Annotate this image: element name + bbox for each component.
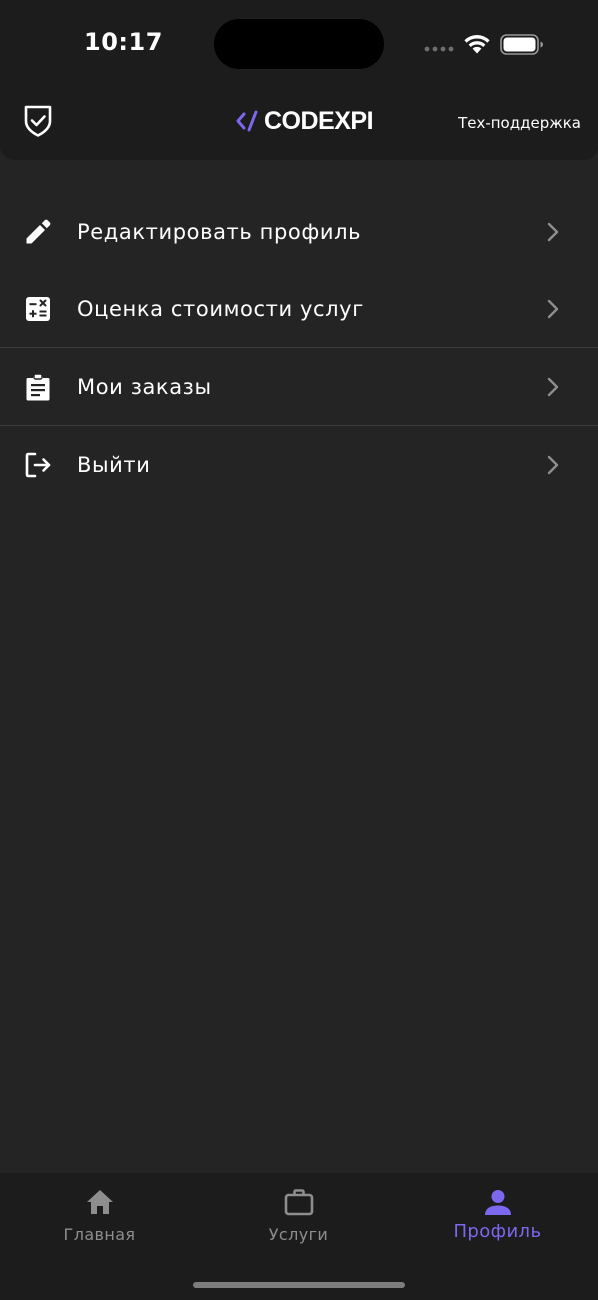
menu-item-my-orders[interactable]: Мои заказы (0, 348, 598, 425)
logout-icon (25, 452, 51, 477)
chevron-right-icon (547, 455, 559, 474)
cellular-signal-icon (424, 46, 454, 52)
tab-services[interactable]: Услуги (199, 1187, 398, 1257)
chevron-right-icon (547, 299, 559, 318)
menu-item-label: Мои заказы (77, 374, 212, 399)
wifi-icon (464, 35, 490, 54)
menu-item-cost-estimate[interactable]: Оценка стоимости услуг (0, 270, 598, 347)
shield-check-icon[interactable] (22, 104, 54, 138)
calculator-icon (26, 296, 50, 321)
home-icon (86, 1190, 113, 1214)
status-time: 10:17 (84, 28, 163, 56)
code-brackets-icon (236, 110, 258, 132)
pencil-icon (26, 219, 51, 243)
tab-profile[interactable]: Профиль (398, 1187, 597, 1257)
menu-item-label: Выйти (77, 452, 151, 477)
clipboard-icon (26, 372, 50, 400)
app-logo: CODEXPI (236, 106, 374, 136)
menu-item-edit-profile[interactable]: Редактировать профиль (0, 193, 598, 270)
menu-item-logout[interactable]: Выйти (0, 426, 598, 503)
person-icon (484, 1190, 511, 1215)
profile-menu: Редактировать профиль Оценка стоимости у… (0, 193, 598, 503)
status-bar: 10:17 (0, 0, 598, 80)
tab-label: Услуги (268, 1225, 329, 1244)
top-bar: 10:17 CODEXPI Тех-поддержка (0, 0, 598, 160)
chevron-right-icon (547, 377, 559, 396)
tab-label: Профиль (453, 1221, 542, 1242)
tab-label: Главная (63, 1225, 136, 1244)
profile-screen: 10:17 CODEXPI Тех-поддержка Редактироват… (0, 0, 598, 1300)
chevron-right-icon (547, 222, 559, 241)
tab-home[interactable]: Главная (0, 1187, 199, 1257)
support-link[interactable]: Тех-поддержка (458, 114, 581, 132)
menu-item-label: Оценка стоимости услуг (77, 296, 364, 321)
briefcase-icon (284, 1189, 313, 1216)
logo-text: CODEXPI (264, 106, 374, 135)
app-header: CODEXPI Тех-поддержка (0, 80, 598, 160)
tab-bar: Главная Услуги Профиль (0, 1173, 598, 1300)
home-indicator (193, 1282, 405, 1288)
menu-item-label: Редактировать профиль (77, 219, 362, 244)
dynamic-island (214, 19, 384, 69)
battery-icon (500, 34, 543, 55)
